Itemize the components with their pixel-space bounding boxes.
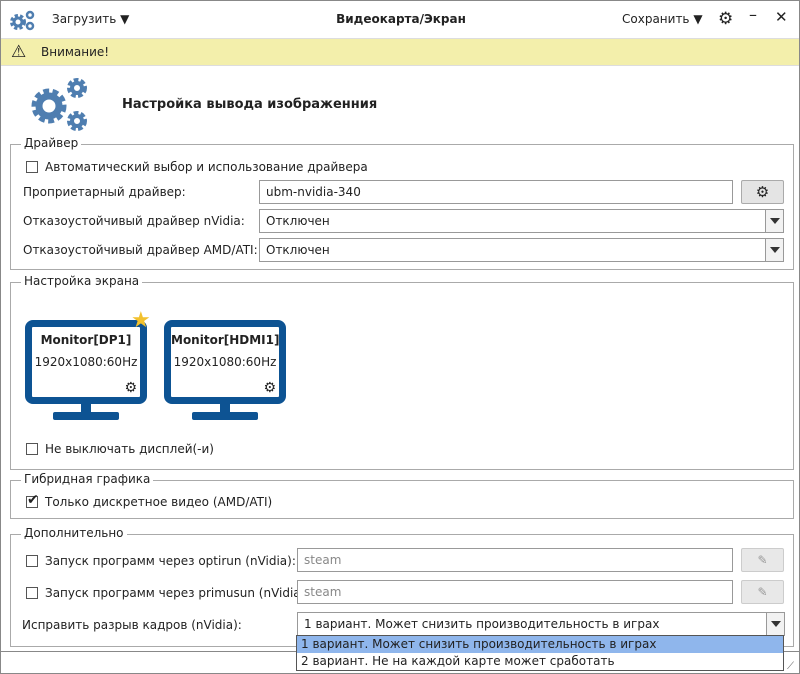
- warning-banner[interactable]: ⚠ Внимание!: [1, 38, 799, 66]
- checkbox-box[interactable]: [26, 555, 38, 567]
- header-gears-icon: [31, 78, 87, 131]
- load-label: Загрузить: [52, 12, 117, 26]
- primusun-label: Запуск программ через primusun (nVidia):: [45, 586, 310, 600]
- checkbox-box[interactable]: [26, 443, 38, 455]
- proprietary-driver-field[interactable]: ubm-nvidia-340: [259, 180, 733, 204]
- keep-display-on-checkbox[interactable]: Не выключать дисплей(-и): [26, 442, 214, 456]
- auto-driver-checkbox[interactable]: Автоматический выбор и использование дра…: [26, 160, 368, 174]
- optirun-checkbox[interactable]: Запуск программ через optirun (nVidia):: [26, 554, 296, 568]
- monitor-name: Monitor[HDMI1]: [171, 333, 280, 347]
- monitor-name: Monitor[DP1]: [40, 333, 132, 347]
- resize-grip-icon[interactable]: ⟋: [787, 661, 794, 672]
- monitor-hdmi1[interactable]: Monitor[HDMI1] 1920x1080:60Hz ⚙: [164, 320, 286, 420]
- amd-fallback-value: Отключен: [266, 243, 330, 257]
- optirun-input[interactable]: steam: [297, 548, 733, 572]
- hybrid-legend: Гибридная графика: [21, 472, 154, 486]
- tearing-option-2[interactable]: 2 вариант. Не на каждой карте может сраб…: [297, 653, 783, 670]
- extra-group: Дополнительно Запуск программ через opti…: [10, 526, 794, 647]
- monitor-settings-gear-icon[interactable]: ⚙: [263, 380, 276, 396]
- tearing-label: Исправить разрыв кадров (nVidia):: [22, 618, 242, 632]
- warning-text: Внимание!: [41, 45, 110, 59]
- settings-gear-icon[interactable]: ⚙: [718, 9, 733, 29]
- nvidia-fallback-select[interactable]: Отключен: [259, 209, 784, 233]
- driver-settings-gear-button[interactable]: ⚙: [741, 180, 784, 204]
- close-button[interactable]: ✕: [775, 8, 788, 26]
- amd-fallback-label: Отказоустойчивый драйвер AMD/ATI:: [23, 243, 258, 257]
- app-gears-icon: [10, 10, 35, 31]
- monitor-settings-gear-icon[interactable]: ⚙: [124, 380, 137, 396]
- tearing-dropdown-list: 1 вариант. Может снизить производительно…: [296, 635, 784, 671]
- dropdown-arrow-icon[interactable]: [765, 210, 783, 232]
- monitor-mode: 1920x1080:60Hz: [34, 355, 138, 369]
- nvidia-fallback-label: Отказоустойчивый драйвер nVidia:: [23, 214, 245, 228]
- amd-fallback-select[interactable]: Отключен: [259, 238, 784, 262]
- keep-display-on-label: Не выключать дисплей(-и): [45, 442, 214, 456]
- optirun-edit-button[interactable]: ✎: [741, 548, 784, 572]
- save-menu-button[interactable]: Сохранить ▼: [622, 12, 703, 26]
- checkbox-checked[interactable]: ✔: [26, 492, 39, 508]
- driver-legend: Драйвер: [21, 136, 82, 150]
- title-bar: Загрузить ▼ Видеокарта/Экран Сохранить ▼…: [1, 1, 799, 38]
- tearing-option-1[interactable]: 1 вариант. Может снизить производительно…: [297, 636, 783, 653]
- dropdown-arrow-icon[interactable]: [766, 613, 784, 635]
- screen-legend: Настройка экрана: [21, 274, 143, 288]
- proprietary-driver-label: Проприетарный драйвер:: [23, 185, 186, 199]
- primary-star-icon: ★: [131, 308, 151, 333]
- optirun-label: Запуск программ через optirun (nVidia):: [45, 554, 296, 568]
- caret-down-icon: ▼: [120, 12, 130, 26]
- discrete-only-label: Только дискретное видео (AMD/ATI): [45, 495, 273, 509]
- minimize-button[interactable]: –: [749, 5, 757, 24]
- header: Настройка вывода изображенния: [1, 67, 799, 137]
- caret-down-icon: ▼: [693, 12, 703, 26]
- auto-driver-label: Автоматический выбор и использование дра…: [45, 160, 368, 174]
- nvidia-fallback-value: Отключен: [266, 214, 330, 228]
- dropdown-arrow-icon[interactable]: [765, 239, 783, 261]
- screen-group: Настройка экрана Monitor[DP1] 1920x1080:6…: [10, 274, 794, 470]
- extra-legend: Дополнительно: [21, 526, 127, 540]
- primusun-checkbox[interactable]: Запуск программ через primusun (nVidia):: [26, 586, 309, 600]
- primusun-input[interactable]: steam: [297, 580, 733, 604]
- monitor-dp1[interactable]: Monitor[DP1] 1920x1080:60Hz ⚙ ★: [25, 308, 151, 420]
- primusun-edit-button[interactable]: ✎: [741, 580, 784, 604]
- driver-group: Драйвер Автоматический выбор и использов…: [10, 136, 794, 270]
- tearing-value: 1 вариант. Может снизить производительно…: [304, 617, 660, 631]
- tearing-select[interactable]: 1 вариант. Может снизить производительно…: [297, 612, 785, 636]
- checkbox-box[interactable]: [26, 587, 38, 599]
- header-title: Настройка вывода изображенния: [122, 97, 378, 112]
- hybrid-group: Гибридная графика ✔ Только дискретное вид…: [10, 472, 794, 519]
- load-menu-button[interactable]: Загрузить ▼: [52, 12, 129, 26]
- monitor-mode: 1920x1080:60Hz: [173, 355, 277, 369]
- save-label: Сохранить: [622, 12, 690, 26]
- discrete-only-checkbox[interactable]: ✔ Только дискретное видео (AMD/ATI): [26, 492, 273, 509]
- warning-icon: ⚠: [11, 42, 27, 62]
- checkbox-box[interactable]: [26, 161, 38, 173]
